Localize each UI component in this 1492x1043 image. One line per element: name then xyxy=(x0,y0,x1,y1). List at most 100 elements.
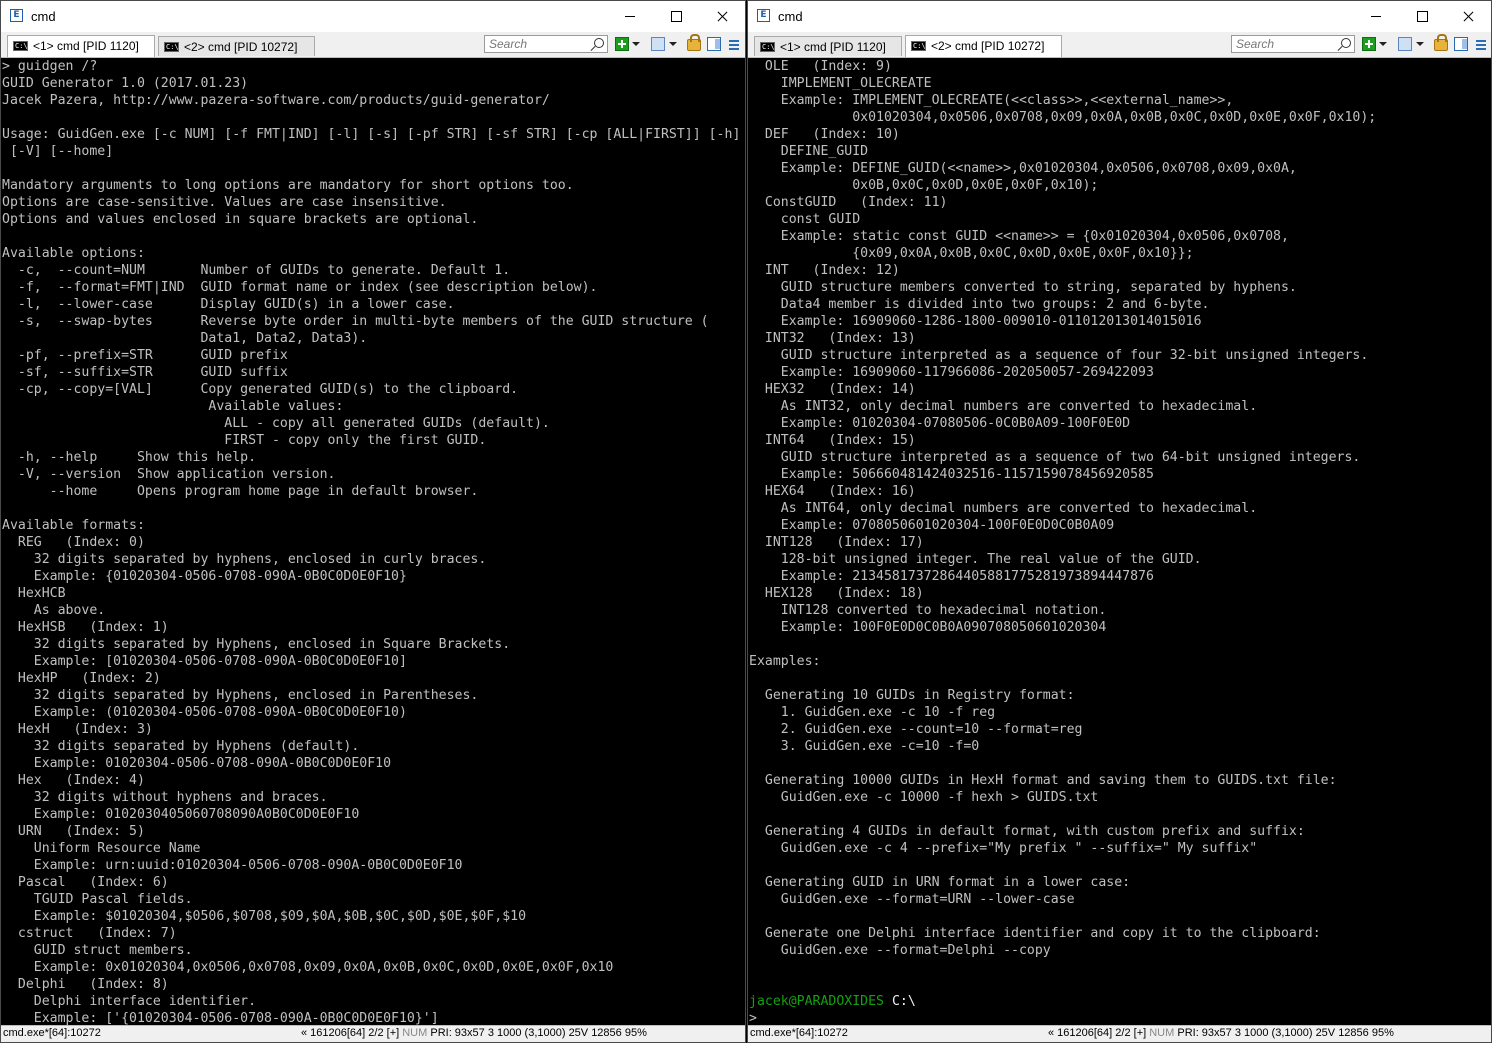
tab-toolbar: C:\ <1> cmd [PID 1120] C:\ <2> cmd [PID … xyxy=(748,32,1491,58)
console-line: -f, --format=FMT|IND GUID format name or… xyxy=(2,280,598,295)
minimize-button[interactable] xyxy=(607,1,653,32)
console-icon: C:\ xyxy=(164,42,179,52)
maximize-button[interactable] xyxy=(1399,1,1445,32)
console-line: Available formats: xyxy=(2,518,145,533)
console-line: Example: {01020304-0506-0708-090A-0B0C0D… xyxy=(2,569,407,584)
title-bar[interactable]: E cmd xyxy=(1,1,745,32)
console-output[interactable]: > guidgen /? GUID Generator 1.0 (2017.01.… xyxy=(2,58,745,1026)
dropdown-arrow-icon[interactable] xyxy=(1379,37,1387,51)
console-line: Example: 0708050601020304-100F0E0D0C0B0A… xyxy=(749,518,1115,533)
console-line: Generating 10 GUIDs in Registry format: xyxy=(749,688,1075,703)
console-line: {0x09,0x0A,0x0B,0x0C,0x0D,0x0E,0x0F,0x10… xyxy=(749,246,1194,261)
dropdown-arrow-icon[interactable] xyxy=(669,37,677,51)
console-line: 32 digits without hyphens and braces. xyxy=(2,790,328,805)
console-line: HexHSB (Index: 1) xyxy=(2,620,169,635)
tab-label: <1> cmd [PID 1120] xyxy=(780,40,886,54)
console-line: > guidgen /? xyxy=(2,59,98,74)
console-line: 0x01020304,0x0506,0x0708,0x09,0x0A,0x0B,… xyxy=(749,110,1377,125)
console-line: DEFINE_GUID xyxy=(749,144,869,159)
console-line: 0x0B,0x0C,0x0D,0x0E,0x0F,0x10); xyxy=(749,178,1099,193)
console-line: Options are case-sensitive. Values are c… xyxy=(2,195,447,210)
console-line: Pascal (Index: 6) xyxy=(2,875,169,890)
search-icon[interactable] xyxy=(1341,38,1351,48)
search-input[interactable]: Search xyxy=(1231,35,1355,53)
console-line: GuidGen.exe -c 10000 -f hexh > GUIDS.txt xyxy=(749,790,1099,805)
maximize-button[interactable] xyxy=(653,1,699,32)
console-icon: C:\ xyxy=(911,41,926,51)
tab-console-2[interactable]: C:\ <2> cmd [PID 10272] xyxy=(905,35,1062,57)
lock-icon[interactable] xyxy=(687,34,701,51)
console-line: INT (Index: 12) xyxy=(749,263,900,278)
search-input[interactable]: Search xyxy=(484,35,608,53)
console-line: Example: IMPLEMENT_OLECREATE(<<class>>,<… xyxy=(749,93,1234,108)
console-line: FIRST - copy only the first GUID. xyxy=(2,433,487,448)
status-rest: PRI: 93x57 3 1000 (3,1000) 25V 12856 95% xyxy=(1177,1027,1394,1039)
prompt-user: jacek@PARADOXIDES xyxy=(749,994,884,1009)
console-line: GUID structure members converted to stri… xyxy=(749,280,1297,295)
dropdown-arrow-icon[interactable] xyxy=(1416,37,1424,51)
console-line: [-V] [--home] xyxy=(2,144,114,159)
command-input[interactable]: > xyxy=(749,1010,1491,1026)
prompt-line: jacek@PARADOXIDES C:\ xyxy=(749,993,1491,1010)
split-view-icon[interactable] xyxy=(1454,37,1468,51)
console-line: Data1, Data2, Data3). xyxy=(2,331,368,346)
console-line: Hex (Index: 4) xyxy=(2,773,145,788)
menu-icon[interactable] xyxy=(727,37,741,51)
lock-icon[interactable] xyxy=(1434,34,1448,51)
console-line: Generating GUID in URN format in a lower… xyxy=(749,875,1131,890)
split-view-icon[interactable] xyxy=(707,37,721,51)
console-line: IMPLEMENT_OLECREATE xyxy=(749,76,932,91)
console-line: GUID struct members. xyxy=(2,943,193,958)
console-line: -cp, --copy=[VAL] Copy generated GUID(s)… xyxy=(2,382,519,397)
console-line: Example: [01020304-0506-0708-090A-0B0C0D… xyxy=(2,654,407,669)
menu-icon[interactable] xyxy=(1474,37,1488,51)
status-process: cmd.exe*[64]:10272 xyxy=(3,1027,101,1039)
status-info-text: « 161206[64] 2/2 [+] xyxy=(1048,1027,1147,1039)
console-line: --home Opens program home page in defaul… xyxy=(2,484,479,499)
console-line: -V, --version Show application version. xyxy=(2,467,336,482)
dropdown-arrow-icon[interactable] xyxy=(632,37,640,51)
close-button[interactable] xyxy=(1445,1,1491,32)
new-console-icon[interactable] xyxy=(615,37,629,51)
console-line: 1. GuidGen.exe -c 10 -f reg xyxy=(749,705,996,720)
console-line: INT32 (Index: 13) xyxy=(749,331,916,346)
console-line: Example: $01020304,$0506,$0708,$09,$0A,$… xyxy=(2,909,527,924)
conemu-app-icon: E xyxy=(757,9,770,22)
console-line: Data4 member is divided into two groups:… xyxy=(749,297,1210,312)
console-line: Example: (01020304-0506-0708-090A-0B0C0D… xyxy=(2,705,407,720)
new-console-icon[interactable] xyxy=(1362,37,1376,51)
minimize-button[interactable] xyxy=(1353,1,1399,32)
console-settings-icon[interactable] xyxy=(1398,37,1412,51)
title-bar[interactable]: E cmd xyxy=(748,1,1491,32)
search-icon[interactable] xyxy=(594,38,604,48)
console-line: -l, --lower-case Display GUID(s) in a lo… xyxy=(2,297,455,312)
tab-console-1[interactable]: C:\ <1> cmd [PID 1120] xyxy=(7,35,155,57)
close-button[interactable] xyxy=(699,1,745,32)
console-line: Available values: xyxy=(2,399,344,414)
console-line: As INT32, only decimal numbers are conve… xyxy=(749,399,1258,414)
console-line: Uniform Resource Name xyxy=(2,841,201,856)
tab-console-2[interactable]: C:\ <2> cmd [PID 10272] xyxy=(158,36,315,56)
console-line: Example: urn:uuid:01020304-0506-0708-090… xyxy=(2,858,463,873)
console-line: Generating 10000 GUIDs in HexH format an… xyxy=(749,773,1337,788)
console-line: Available options: xyxy=(2,246,145,261)
search-placeholder: Search xyxy=(1236,37,1275,51)
console-line: Usage: GuidGen.exe [-c NUM] [-f FMT|IND]… xyxy=(2,127,741,142)
console-line: TGUID Pascal fields. xyxy=(2,892,193,907)
tab-console-1[interactable]: C:\ <1> cmd [PID 1120] xyxy=(754,36,902,56)
console-line: Example: 01020304-0506-0708-090A-0B0C0D0… xyxy=(2,756,392,771)
console-icon: C:\ xyxy=(13,41,28,51)
console-output[interactable]: OLE (Index: 9) IMPLEMENT_OLECREATE Examp… xyxy=(749,58,1491,1026)
console-settings-icon[interactable] xyxy=(651,37,665,51)
console-line: Generating 4 GUIDs in default format, wi… xyxy=(749,824,1305,839)
status-bar: cmd.exe*[64]:10272 « 161206[64] 2/2 [+] … xyxy=(1,1025,745,1042)
console-line: HEX128 (Index: 18) xyxy=(749,586,924,601)
console-line: -s, --swap-bytes Reverse byte order in m… xyxy=(2,314,709,329)
console-line: Example: 0x01020304,0x0506,0x0708,0x09,0… xyxy=(2,960,614,975)
console-line: Example: 506660481424032516-115715907845… xyxy=(749,467,1154,482)
console-line: 32 digits separated by Hyphens, enclosed… xyxy=(2,637,511,652)
